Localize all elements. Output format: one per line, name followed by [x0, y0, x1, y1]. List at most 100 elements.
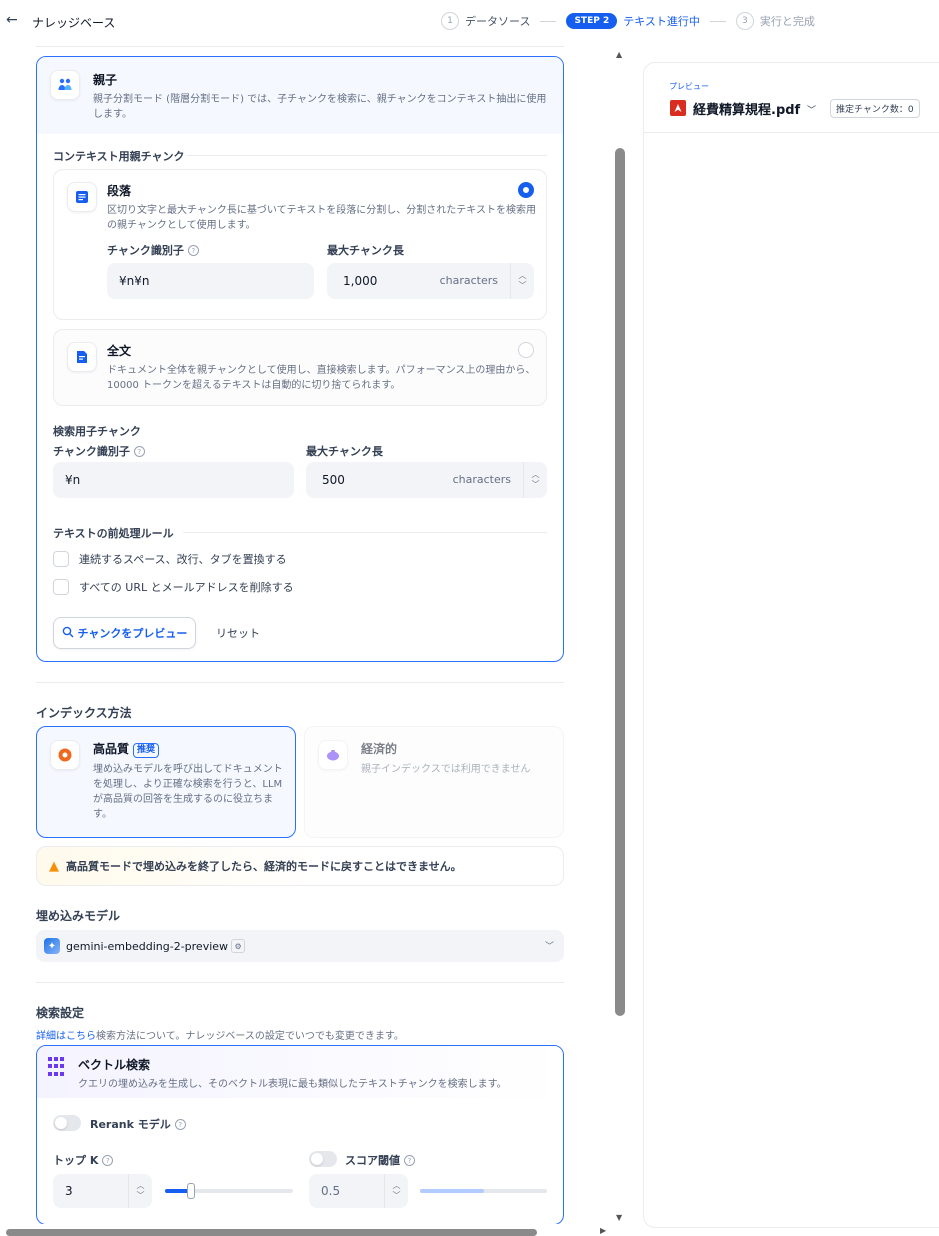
rule-remove-urls[interactable]: すべての URL とメールアドレスを削除する: [53, 579, 294, 595]
parent-child-title: 親子: [93, 73, 118, 87]
high-quality-title: 高品質 推奨: [93, 740, 160, 758]
chevron-down-icon[interactable]: ﹀: [807, 103, 816, 116]
divider: [36, 682, 564, 683]
chevron-down-icon[interactable]: ﹀: [137, 1191, 145, 1201]
fulltext-radio[interactable]: [518, 342, 534, 358]
embedding-section-title: 埋め込みモデル: [36, 909, 121, 923]
step-3-label: 実行と完成: [759, 15, 815, 28]
paragraph-icon: [67, 182, 97, 212]
embedding-model-select[interactable]: ✦ gemini-embedding-2-preview ⚙ ﹀: [36, 930, 564, 962]
reset-button[interactable]: リセット: [208, 617, 268, 649]
child-max-length-input[interactable]: 500 characters ︿ ﹀: [306, 462, 547, 498]
step-2-pill: STEP 2: [566, 13, 618, 29]
vector-search-card[interactable]: ベクトル検索 クエリの埋め込みを生成し、そのベクトル表現に最も類似したテキストチ…: [36, 1045, 564, 1224]
scroll-up-arrow-icon[interactable]: ▲: [616, 50, 622, 59]
parent-child-description: 親子分割モード (階層分割モード) では、子チャンクを検索に、親チャンクをコンテ…: [93, 94, 547, 120]
parent-max-length-label: 最大チャンク長: [327, 244, 404, 257]
chevron-down-icon[interactable]: ﹀: [532, 480, 540, 490]
score-threshold-input[interactable]: 0.5 ︿ ﹀: [309, 1174, 408, 1208]
preview-chunks-button[interactable]: チャンクをプレビュー: [53, 617, 196, 649]
high-quality-icon: [50, 740, 80, 770]
top-k-input[interactable]: 3 ︿ ﹀: [53, 1174, 152, 1208]
back-arrow-icon[interactable]: ←: [6, 12, 18, 28]
rule-label: 連続するスペース、改行、タブを置換する: [79, 553, 287, 566]
number-stepper[interactable]: ︿ ﹀: [128, 1174, 152, 1208]
page-title: ナレッジベース: [32, 16, 116, 30]
checkbox[interactable]: [53, 579, 69, 595]
scroll-down-arrow-icon[interactable]: ▼: [616, 1213, 622, 1222]
number-stepper[interactable]: ︿ ﹀: [510, 263, 534, 299]
chevron-up-icon[interactable]: ︿: [519, 271, 527, 281]
chevron-up-icon[interactable]: ︿: [137, 1181, 145, 1191]
scrollbar-thumb[interactable]: [615, 148, 625, 1016]
parent-max-length-input[interactable]: 1,000 characters ︿ ﹀: [327, 263, 534, 299]
paragraph-option-card[interactable]: 段落 区切り文字と最大チャンク長に基づいてテキストを段落に分割し、分割されたテキ…: [53, 169, 547, 320]
step-3-number: 3: [735, 12, 754, 30]
high-quality-option-card[interactable]: 高品質 推奨 埋め込みモデルを呼び出してドキュメントを処理し、より正確な検索を行う…: [36, 726, 296, 838]
parent-identifier-label: チャンク識別子?: [107, 242, 199, 258]
score-threshold-label: スコア閾値?: [345, 1152, 415, 1168]
help-icon[interactable]: ?: [133, 446, 145, 457]
retrieval-section-title: 検索設定: [36, 1006, 85, 1020]
unit-label: characters: [439, 274, 498, 287]
child-chunk-section-title: 検索用子チャンク: [53, 425, 141, 438]
score-threshold-slider-fill: [420, 1189, 484, 1193]
number-stepper[interactable]: ︿ ﹀: [523, 462, 547, 498]
settings-panel: 親子 親子分割モード (階層分割モード) では、子チャンクを検索に、親チャンクを…: [0, 44, 612, 1224]
piggy-bank-icon: [318, 740, 348, 770]
parent-child-mode-card[interactable]: 親子 親子分割モード (階層分割モード) では、子チャンクを検索に、親チャンクを…: [36, 56, 564, 662]
checkbox[interactable]: [53, 551, 69, 567]
divider: [187, 155, 547, 156]
paragraph-radio[interactable]: [518, 182, 534, 198]
fulltext-option-card[interactable]: 全文 ドキュメント全体を親チャンクとして使用し、直接検索します。パフォーマンス上…: [53, 329, 547, 406]
gemini-icon: ✦: [44, 938, 60, 954]
step-connector: [540, 20, 557, 22]
parent-child-icon: [50, 70, 80, 100]
preview-header: プレビュー 経費精算規程.pdf ﹀ 推定チャンク数：0: [644, 63, 939, 133]
economical-description: 親子インデックスでは利用できません: [361, 764, 531, 775]
model-settings-icon: ⚙: [231, 939, 246, 953]
chevron-up-icon[interactable]: ︿: [393, 1181, 401, 1191]
preview-label: プレビュー: [669, 82, 709, 91]
help-icon[interactable]: ?: [404, 1155, 415, 1166]
help-icon[interactable]: ?: [174, 1119, 186, 1130]
economical-option-card: 経済的 親子インデックスでは利用できません: [304, 726, 564, 838]
child-identifier-input[interactable]: ¥n: [53, 462, 294, 498]
vector-search-header: ベクトル検索 クエリの埋め込みを生成し、そのベクトル表現に最も類似したテキストチ…: [37, 1046, 563, 1098]
chevron-down-icon: ﹀: [544, 942, 554, 952]
estimated-chunks-badge: 推定チャンク数：0: [830, 99, 920, 118]
preprocess-section-title: テキストの前処理ルール: [53, 527, 174, 540]
unit-label: characters: [452, 473, 511, 486]
chevron-down-icon[interactable]: ﹀: [393, 1191, 401, 1201]
number-stepper[interactable]: ︿ ﹀: [384, 1174, 408, 1208]
recommended-badge: 推奨: [133, 743, 160, 758]
parent-identifier-input[interactable]: ¥n¥n: [107, 263, 314, 299]
warning-icon: ▲: [49, 858, 59, 874]
step-1-number: 1: [441, 12, 459, 30]
score-threshold-toggle[interactable]: [309, 1151, 337, 1167]
preview-button-label: チャンクをプレビュー: [77, 627, 188, 640]
learn-more-link[interactable]: 詳細はこちら: [36, 1031, 96, 1042]
index-method-section-title: インデックス方法: [36, 706, 132, 720]
step-connector: [709, 20, 726, 22]
scroll-right-arrow-icon[interactable]: ▶: [600, 1226, 606, 1235]
fulltext-description: ドキュメント全体を親チャンクとして使用し、直接検索します。パフォーマンス上の理由…: [107, 365, 536, 391]
rerank-toggle[interactable]: [53, 1115, 81, 1131]
horizontal-scrollbar-thumb[interactable]: [6, 1229, 537, 1236]
chevron-down-icon[interactable]: ﹀: [519, 281, 527, 291]
divider: [183, 532, 547, 533]
chevron-up-icon[interactable]: ︿: [532, 470, 540, 480]
child-max-length-label: 最大チャンク長: [306, 445, 383, 458]
parent-child-header: 親子 親子分割モード (階層分割モード) では、子チャンクを検索に、親チャンクを…: [37, 57, 563, 134]
help-icon[interactable]: ?: [102, 1155, 114, 1166]
rule-replace-spaces[interactable]: 連続するスペース、改行、タブを置換する: [53, 551, 287, 567]
rerank-label: Rerank モデル?: [90, 1116, 186, 1132]
document-icon: [67, 342, 97, 372]
context-parent-section-title: コンテキスト用親チャンク: [53, 150, 185, 163]
child-identifier-label: チャンク識別子?: [53, 443, 145, 459]
preview-file-name[interactable]: 経費精算規程.pdf: [693, 99, 800, 118]
top-k-slider-handle[interactable]: [186, 1183, 195, 1199]
help-icon[interactable]: ?: [187, 245, 199, 256]
preview-panel: プレビュー 経費精算規程.pdf ﹀ 推定チャンク数：0: [643, 62, 939, 1228]
top-k-label: トップ K?: [53, 1152, 114, 1168]
